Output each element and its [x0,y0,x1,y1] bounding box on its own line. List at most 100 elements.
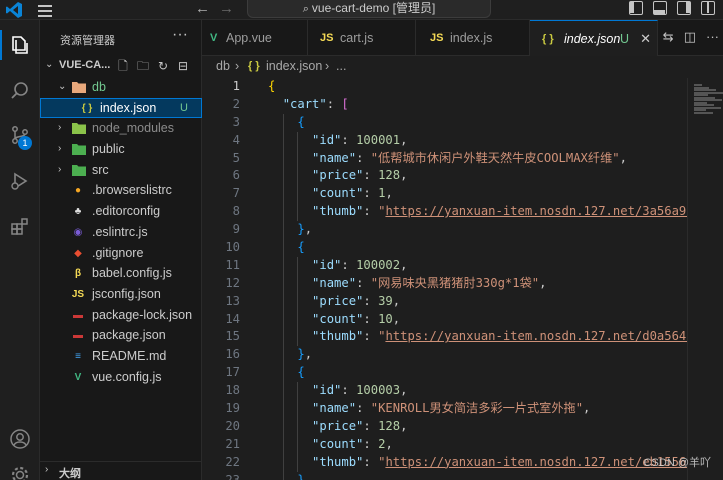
tab-app-vue[interactable]: V App.vue [202,20,308,56]
tab-index-json[interactable]: { } index.json U ✕ [530,20,658,56]
code-line[interactable]: 4 "id": 100001, [202,131,687,150]
code-text: { [268,79,276,93]
watermark: CSDN @羊吖 [643,457,711,469]
code-line[interactable]: 2 "cart": [ [202,96,687,114]
account-icon[interactable] [5,424,35,454]
tree-item-label: index.json [100,100,157,115]
minimap[interactable] [687,78,723,480]
back-arrow-icon[interactable]: ← [195,0,210,18]
tab-cart-js[interactable]: JS cart.js [308,20,416,56]
toggle-primary-sidebar-icon[interactable] [629,1,643,15]
code-line[interactable]: 6 "price": 128, [202,167,687,186]
code-line[interactable]: 23 }, [202,471,687,480]
toggle-panel-icon[interactable] [653,1,667,15]
tree-item[interactable]: ● .browserslistrc [40,180,202,201]
menu-icon[interactable] [36,2,54,17]
code-line[interactable]: 19 "name": "KENROLL男女简洁多彩一片式室外拖", [202,400,687,418]
tree-item[interactable]: › node_modules [40,118,202,139]
explorer-icon[interactable] [0,30,35,60]
forward-arrow-icon[interactable]: → [219,0,234,18]
breadcrumb-file[interactable]: index.json [266,59,322,73]
code-text: "name": "KENROLL男女简洁多彩一片式室外拖", [312,401,591,416]
more-actions-icon[interactable]: ··· [172,26,188,44]
tree-item-label: README.md [92,348,167,363]
file-type-icon: ◉ [73,226,83,238]
code-line[interactable]: 3 { [202,113,687,132]
search-icon[interactable] [5,76,35,106]
split-editor-icon[interactable]: ◫ [684,29,696,45]
code-line[interactable]: 5 "name": "低帮城市休闲户外鞋天然牛皮COOLMAX纤维", [202,149,687,168]
code-line[interactable]: 8 "thumb": "https://yanxuan-item.nosdn.1… [202,203,687,222]
code-text: "name": "网易味央黑猪猪肘330g*1袋", [312,275,547,290]
tree-item[interactable]: › src [40,160,202,181]
tab-label: index.json [564,32,621,46]
code-line[interactable]: 1{ [202,78,687,96]
line-number: 5 [232,150,240,165]
tab-index-js[interactable]: JS index.js [416,20,530,56]
tab-label: index.js [450,31,493,45]
tree-item[interactable]: { } index.json U [40,97,202,119]
collapse-all-icon[interactable]: ⊟ [175,58,191,74]
more-actions-icon[interactable]: ··· [706,29,719,45]
vue-file-icon: V [210,32,218,44]
tree-item[interactable]: ◉ .eslintrc.js [40,222,202,243]
title-bar: ← → ⌕ vue-cart-demo [管理员] [0,0,723,20]
line-number: 14 [225,311,240,326]
line-number: 19 [225,401,240,416]
compare-changes-icon[interactable]: ⇆ [663,29,674,45]
tree-item[interactable]: ◆ .gitignore [40,243,202,264]
tree-item[interactable]: ⌄ db [40,77,202,98]
settings-gear-icon[interactable] [5,460,35,480]
code-editor[interactable]: 1{2 "cart": [3 {4 "id": 100001, 5 "name":… [202,78,687,480]
code-line[interactable]: 12 "name": "网易味央黑猪猪肘330g*1袋", [202,274,687,293]
code-line[interactable]: 9 }, [202,221,687,240]
tree-item[interactable]: β babel.config.js [40,263,202,284]
code-line[interactable]: 18 "id": 100003, [202,382,687,401]
line-number: 20 [225,418,240,433]
vscode-logo-icon[interactable] [5,1,23,19]
new-folder-icon[interactable]: 🗀 [135,58,151,74]
line-number: 6 [232,168,240,183]
customize-layout-icon[interactable] [701,1,715,15]
refresh-icon[interactable]: ↻ [155,58,171,74]
code-line[interactable]: 21 "count": 2, [202,435,687,454]
tree-item[interactable]: Vvue.config.js [40,367,202,388]
project-section-header[interactable]: ⌄ VUE-CA... 🗋 🗀 ↻ ⊟ [40,56,202,76]
code-line[interactable]: 10 { [202,239,687,257]
tree-item[interactable]: ▬ package-lock.json [40,305,202,326]
run-debug-icon[interactable] [5,166,35,196]
new-file-icon[interactable]: 🗋 [115,58,131,74]
tree-item[interactable]: ♣ .editorconfig [40,201,202,222]
toggle-secondary-sidebar-icon[interactable] [677,1,691,15]
breadcrumb-folder[interactable]: db [216,59,230,73]
tree-item-label: db [92,80,106,94]
code-line[interactable]: 16 }, [202,346,687,365]
tree-item[interactable]: JS jsconfig.json [40,284,202,305]
close-tab-icon[interactable]: ✕ [640,21,651,57]
line-number: 8 [232,204,240,219]
outline-section-header[interactable]: › 大纲 [40,461,202,480]
code-line[interactable]: 20 "price": 128, [202,417,687,436]
extensions-icon[interactable] [5,212,35,242]
code-text: "price": 128, [312,168,408,183]
code-text: "price": 39, [312,293,401,308]
breadcrumb-symbol[interactable]: ... [336,59,346,73]
tree-item[interactable]: ≡ README.md [40,346,202,367]
file-type-icon: { } [81,102,93,114]
tab-label: cart.js [340,31,374,45]
command-center-search[interactable]: ⌕ vue-cart-demo [管理员] [247,0,491,18]
code-line[interactable]: 13 "price": 39, [202,292,687,311]
source-control-icon[interactable]: 1 [5,120,35,150]
code-line[interactable]: 7 "count": 1, [202,185,687,204]
code-line[interactable]: 22 "thumb": "https://yanxuan-item.nosdn.… [202,453,687,472]
tree-item[interactable]: ▬ package.json [40,325,202,346]
file-type-icon: ▬ [73,309,83,321]
code-line[interactable]: 11 "id": 100002, [202,256,687,275]
code-line[interactable]: 17 { [202,364,687,383]
tree-item-label: src [92,162,109,177]
line-number: 22 [225,454,240,469]
tree-item[interactable]: › public [40,139,202,160]
code-line[interactable]: 14 "count": 10, [202,310,687,329]
code-line[interactable]: 15 "thumb": "https://yanxuan-item.nosdn.… [202,328,687,347]
editor-tabs: V App.vue JS cart.js JS index.js { } ind… [202,20,723,56]
